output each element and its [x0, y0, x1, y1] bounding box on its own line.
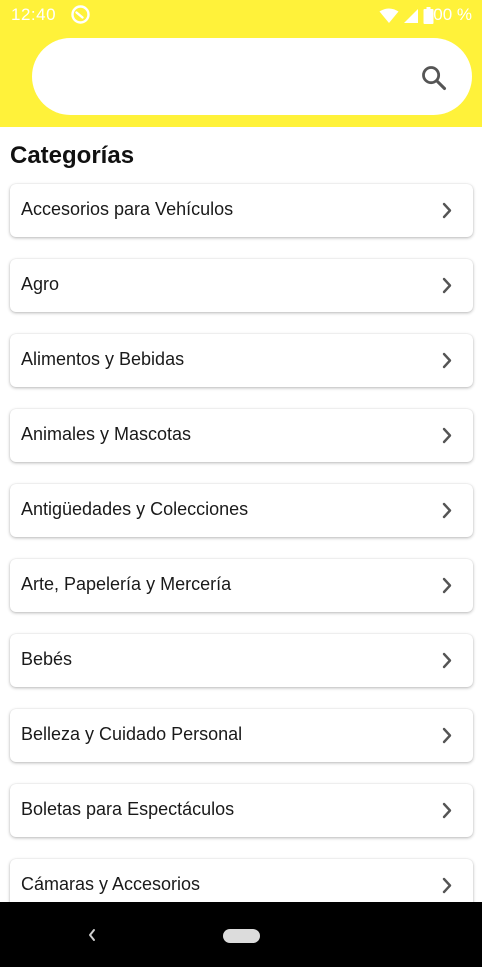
category-label: Animales y Mascotas: [21, 424, 192, 444]
category-item[interactable]: Belleza y Cuidado Personal: [10, 709, 473, 762]
chevron-right-icon: [442, 727, 452, 744]
category-item[interactable]: Arte, Papelería y Mercería: [10, 559, 473, 612]
status-bar: 12:40 100 %: [0, 0, 482, 31]
category-label: Antigüedades y Colecciones: [21, 499, 249, 519]
category-item[interactable]: Boletas para Espectáculos: [10, 784, 473, 837]
category-item[interactable]: Agro: [10, 259, 473, 312]
chevron-right-icon: [442, 202, 452, 219]
battery-percent: 100 %: [423, 5, 472, 24]
category-label: Boletas para Espectáculos: [21, 799, 235, 819]
chevron-right-icon: [442, 652, 452, 669]
category-label: Arte, Papelería y Mercería: [21, 574, 232, 594]
back-icon[interactable]: [86, 927, 98, 943]
chevron-right-icon: [442, 277, 452, 294]
category-item[interactable]: Bebés: [10, 634, 473, 687]
do-not-disturb-icon: [71, 5, 90, 24]
category-item[interactable]: Alimentos y Bebidas: [10, 334, 473, 387]
category-label: Accesorios para Vehículos: [21, 199, 234, 219]
system-nav-bar: [0, 902, 482, 967]
category-item[interactable]: Accesorios para Vehículos: [10, 184, 473, 237]
category-label: Agro: [21, 274, 60, 294]
search-icon[interactable]: [420, 64, 448, 92]
category-label: Cámaras y Accesorios: [21, 874, 201, 894]
chevron-right-icon: [442, 577, 452, 594]
category-label: Alimentos y Bebidas: [21, 349, 185, 369]
signal-icon: [404, 8, 418, 23]
category-label: Bebés: [21, 649, 73, 669]
status-time: 12:40: [11, 5, 57, 24]
search-input[interactable]: [32, 38, 472, 115]
chevron-right-icon: [442, 877, 452, 894]
page-title: Categorías: [10, 142, 135, 169]
category-item[interactable]: Antigüedades y Colecciones: [10, 484, 473, 537]
chevron-right-icon: [442, 502, 452, 519]
wifi-icon: [379, 8, 399, 23]
home-button[interactable]: [223, 929, 260, 943]
category-item[interactable]: Animales y Mascotas: [10, 409, 473, 462]
category-label: Belleza y Cuidado Personal: [21, 724, 243, 744]
chevron-right-icon: [442, 802, 452, 819]
category-list: Accesorios para Vehículos Agro Alimentos y…: [10, 184, 473, 934]
search-header: [0, 31, 482, 127]
chevron-right-icon: [442, 352, 452, 369]
chevron-right-icon: [442, 427, 452, 444]
